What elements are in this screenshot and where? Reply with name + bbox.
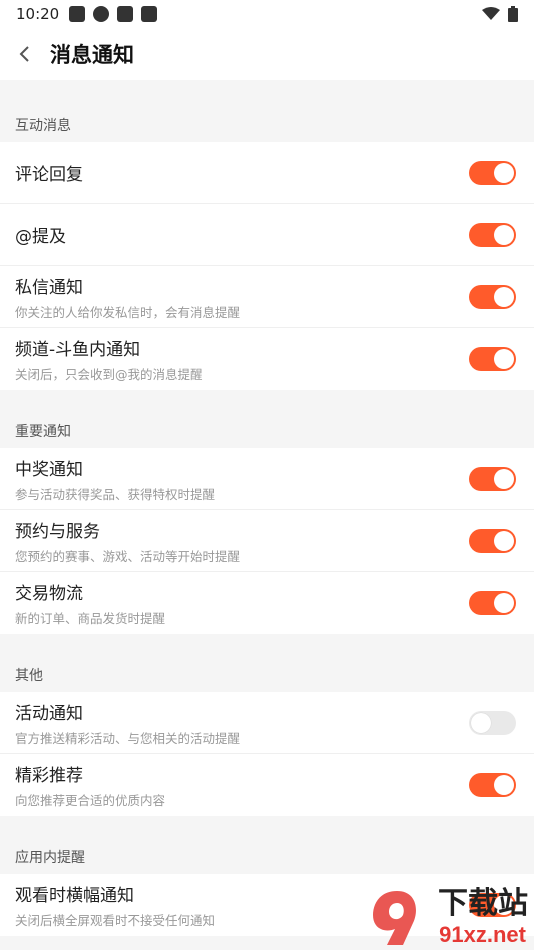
setting-label: 预约与服务 — [15, 521, 100, 542]
section-title: 应用内提醒 — [0, 840, 534, 874]
settings-group: 中奖通知参与活动获得奖品、获得特权时提醒预约与服务您预约的赛事、游戏、活动等开始… — [0, 448, 534, 634]
toggle-switch[interactable] — [469, 160, 516, 185]
setting-label: 交易物流 — [15, 584, 83, 604]
setting-description: 向您推荐更合适的优质内容 — [15, 793, 166, 808]
system-icons — [482, 6, 518, 22]
setting-description: 新的订单、商品发货时提醒 — [15, 611, 166, 626]
watermark-text: 下载站 — [438, 887, 528, 920]
setting-label: 频道-斗鱼内通知 — [15, 340, 141, 360]
app-notification-icon — [69, 6, 86, 22]
setting-label: 私信通知 — [15, 277, 83, 298]
section-title: 其他 — [0, 658, 534, 692]
toggle-switch[interactable] — [469, 528, 516, 553]
setting-text: 精彩推荐向您推荐更合适的优质内容 — [15, 761, 469, 809]
watermark: 下载站 91xz.net — [359, 885, 534, 950]
setting-row[interactable]: 交易物流新的订单、商品发货时提醒 — [0, 572, 534, 634]
setting-text: @提及 — [15, 222, 469, 247]
setting-description: 参与活动获得奖品、获得特权时提醒 — [15, 486, 216, 502]
setting-label: 评论回复 — [15, 165, 83, 185]
settings-group: 评论回复 @提及私信通知你关注的人给你发私信时，会有消息提醒频道-斗鱼内通知关闭后… — [0, 142, 534, 390]
setting-row[interactable]: 私信通知你关注的人给你发私信时，会有消息提醒 — [0, 266, 534, 328]
setting-description: 您预约的赛事、游戏、活动等开始时提醒 — [15, 548, 241, 564]
toggle-knob — [494, 530, 514, 551]
toggle-knob — [494, 775, 514, 795]
setting-row[interactable]: 中奖通知参与活动获得奖品、获得特权时提醒 — [0, 448, 534, 510]
setting-label: 精彩推荐 — [15, 766, 83, 786]
toggle-switch[interactable] — [469, 222, 516, 247]
app-notification-icon — [117, 6, 134, 22]
toggle-switch[interactable] — [469, 591, 516, 615]
battery-icon — [508, 6, 518, 22]
setting-row[interactable]: 精彩推荐向您推荐更合适的优质内容 — [0, 754, 534, 816]
header-gap — [0, 80, 534, 108]
setting-text: 私信通知你关注的人给你发私信时，会有消息提醒 — [15, 273, 469, 321]
toggle-knob — [494, 593, 514, 613]
toggle-switch[interactable] — [469, 347, 516, 371]
setting-description: 关闭后，只会收到@我的消息提醒 — [15, 367, 203, 382]
section-title: 重要通知 — [0, 414, 534, 448]
section-gap — [0, 816, 534, 840]
setting-row[interactable]: 评论回复 — [0, 142, 534, 204]
watermark-logo-icon — [373, 891, 416, 945]
toggle-knob — [494, 224, 514, 245]
status-time: 10:20 — [16, 5, 60, 23]
app-notification-icon — [141, 6, 158, 22]
section-title: 互动消息 — [0, 108, 534, 142]
settings-list: 互动消息评论回复 @提及私信通知你关注的人给你发私信时，会有消息提醒频道-斗鱼内通… — [0, 108, 534, 936]
setting-text: 预约与服务您预约的赛事、游戏、活动等开始时提醒 — [15, 517, 469, 565]
setting-label: @提及 — [15, 227, 66, 247]
wifi-icon — [482, 7, 500, 20]
watermark-url: 91xz.net — [439, 922, 526, 947]
toggle-switch[interactable] — [469, 710, 516, 735]
section-gap — [0, 634, 534, 658]
setting-text: 评论回复 — [15, 160, 469, 185]
setting-description: 你关注的人给你发私信时，会有消息提醒 — [15, 304, 241, 320]
setting-row[interactable]: 活动通知官方推送精彩活动、与您相关的活动提醒 — [0, 692, 534, 754]
setting-text: 交易物流新的订单、商品发货时提醒 — [15, 579, 469, 627]
notification-icons — [69, 6, 158, 22]
page-title: 消息通知 — [50, 43, 134, 67]
status-bar: 10:20 — [0, 0, 534, 28]
chevron-left-icon — [19, 46, 29, 62]
top-bar: 消息通知 — [0, 28, 534, 80]
toggle-switch[interactable] — [469, 284, 516, 309]
section-gap — [0, 390, 534, 414]
setting-text: 频道-斗鱼内通知关闭后，只会收到@我的消息提醒 — [15, 335, 469, 383]
setting-text: 活动通知官方推送精彩活动、与您相关的活动提醒 — [15, 699, 469, 747]
toggle-knob — [494, 468, 514, 489]
app-notification-icon — [93, 6, 110, 22]
setting-label: 活动通知 — [15, 703, 83, 724]
back-button[interactable] — [12, 42, 36, 66]
toggle-knob — [494, 162, 514, 183]
toggle-switch[interactable] — [469, 773, 516, 797]
toggle-knob — [471, 712, 491, 733]
setting-label: 中奖通知 — [15, 459, 83, 480]
toggle-knob — [494, 349, 514, 369]
setting-row[interactable]: @提及 — [0, 204, 534, 266]
setting-description: 官方推送精彩活动、与您相关的活动提醒 — [15, 730, 241, 746]
setting-row[interactable]: 频道-斗鱼内通知关闭后，只会收到@我的消息提醒 — [0, 328, 534, 390]
toggle-switch[interactable] — [469, 466, 516, 491]
toggle-knob — [494, 286, 514, 307]
setting-row[interactable]: 预约与服务您预约的赛事、游戏、活动等开始时提醒 — [0, 510, 534, 572]
setting-text: 中奖通知参与活动获得奖品、获得特权时提醒 — [15, 455, 469, 503]
settings-group: 活动通知官方推送精彩活动、与您相关的活动提醒精彩推荐向您推荐更合适的优质内容 — [0, 692, 534, 816]
